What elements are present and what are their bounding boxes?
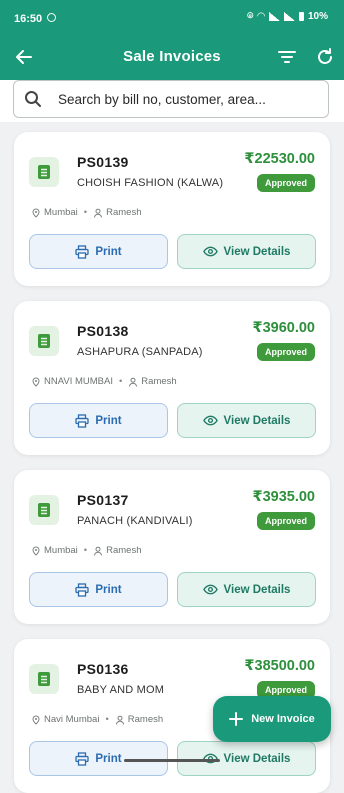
view-details-label: View Details [223,245,291,258]
printer-icon [75,244,90,259]
invoice-meta: NNAVI MUMBAI • Ramesh [31,376,177,387]
meta-separator: • [118,376,123,387]
invoice-meta: Navi Mumbai • Ramesh [31,714,163,725]
invoice-salesperson: Ramesh [127,714,164,725]
document-icon [29,326,59,356]
meta-separator: • [105,714,109,725]
invoice-number: PS0137 [77,492,129,508]
status-badge: Approved [256,343,315,361]
invoice-number: PS0136 [77,661,129,677]
location-pin-icon [32,376,40,387]
location-pin-icon [32,714,40,725]
invoice-salesperson: Ramesh [106,545,142,556]
status-bar: 16:50 ⌾ ◠ 10% [0,0,344,34]
person-icon [94,208,103,218]
customer-name: PANACH (KANDIVALI) [77,515,193,527]
signal-icon-2 [283,12,295,21]
eye-icon [202,246,218,257]
location-status-icon: ⌾ [247,11,254,22]
print-button[interactable]: Print [29,234,168,269]
view-details-label: View Details [223,752,291,765]
view-details-button[interactable]: View Details [177,572,316,607]
signal-icon [268,12,280,21]
view-details-button[interactable]: View Details [177,403,316,438]
search-icon [25,91,41,107]
print-button-label: Print [95,752,122,765]
printer-icon [75,413,90,428]
print-button-label: Print [95,414,122,427]
battery-icon [298,12,304,21]
filter-icon [278,51,296,63]
view-details-label: View Details [223,414,291,427]
document-icon [29,157,59,187]
invoice-number: PS0139 [77,154,129,170]
invoice-area: Navi Mumbai [44,714,100,725]
search-bar-container [0,80,344,122]
refresh-icon [318,48,332,64]
wifi-icon: ◠ [257,11,265,22]
search-input[interactable] [56,81,326,118]
invoice-amount: ₹38500.00 [244,658,315,674]
print-button[interactable]: Print [29,572,168,607]
invoice-amount: ₹3935.00 [252,489,315,505]
invoice-meta: Mumbai • Ramesh [31,545,142,556]
document-icon [29,495,59,525]
customer-name: ASHAPURA (SANPADA) [77,346,203,358]
search-box [13,80,329,118]
plus-icon [229,712,244,726]
status-time: 16:50 [14,13,43,25]
printer-icon [75,582,90,597]
person-icon [94,546,103,556]
invoice-card-ps0138[interactable]: PS0138 ASHAPURA (SANPADA) ₹3960.00 Appro… [14,301,330,455]
meta-separator: • [83,545,88,556]
invoice-amount: ₹22530.00 [244,151,315,167]
location-pin-icon [32,545,40,556]
view-details-label: View Details [223,583,291,596]
invoice-salesperson: Ramesh [141,376,177,387]
person-icon [129,377,138,387]
status-badge: Approved [256,174,315,192]
status-badge: Approved [256,512,315,530]
person-icon [115,715,124,725]
printer-icon [75,751,90,766]
battery-level: 10% [307,11,328,22]
eye-icon [202,584,218,595]
invoice-card-ps0137[interactable]: PS0137 PANACH (KANDIVALI) ₹3935.00 Appro… [14,470,330,624]
customer-name: BABY AND MOM [77,684,165,696]
filter-button[interactable] [276,46,298,68]
invoice-salesperson: Ramesh [106,207,142,218]
invoice-amount: ₹3960.00 [252,320,315,336]
status-icons: ⌾ ◠ 10% [247,11,328,22]
meta-separator: • [83,207,88,218]
refresh-button[interactable] [314,46,336,68]
print-button-label: Print [95,583,122,596]
invoice-meta: Mumbai • Ramesh [31,207,142,218]
new-invoice-button[interactable]: New Invoice [213,696,331,742]
app-bar: Sale Invoices [0,34,344,80]
new-invoice-label: New Invoice [251,713,315,725]
customer-name: CHOISH FASHION (KALWA) [77,177,224,189]
print-button-label: Print [95,245,122,258]
invoice-area: Mumbai [44,545,78,556]
invoice-area: Mumbai [44,207,78,218]
print-button[interactable]: Print [29,403,168,438]
document-icon [29,664,59,694]
home-indicator[interactable] [124,759,220,762]
location-pin-icon [32,207,40,218]
eye-icon [202,415,218,426]
invoice-number: PS0138 [77,323,129,339]
invoice-area: NNAVI MUMBAI [44,376,113,387]
view-details-button[interactable]: View Details [177,234,316,269]
whatsapp-notification-icon [47,13,56,22]
invoice-card-ps0139[interactable]: PS0139 CHOISH FASHION (KALWA) ₹22530.00 … [14,132,330,286]
